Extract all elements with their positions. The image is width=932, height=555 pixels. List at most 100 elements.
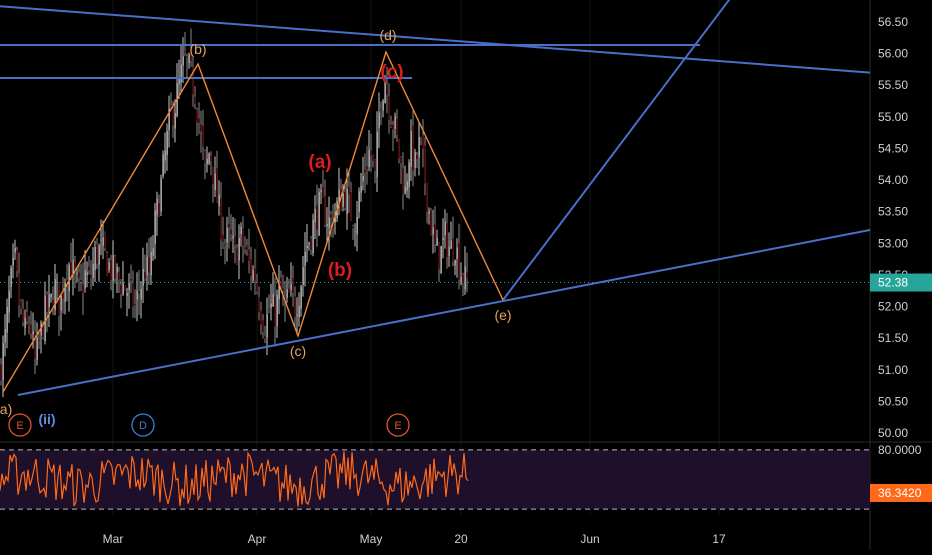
- candle-body: [366, 166, 368, 169]
- candle-body: [240, 226, 242, 235]
- candle-body: [270, 303, 272, 308]
- price-tick-label: 54.50: [878, 141, 908, 155]
- candle-body: [60, 295, 62, 311]
- wave-label: (e): [494, 307, 511, 323]
- candle-body: [376, 132, 378, 178]
- candle-body: [396, 118, 398, 136]
- candle-body: [162, 154, 164, 176]
- candle-body: [372, 154, 374, 161]
- candle-body: [214, 173, 216, 191]
- candle-body: [464, 266, 466, 290]
- candle-body: [298, 305, 300, 318]
- candle-body: [328, 217, 330, 229]
- candle-body: [406, 181, 408, 191]
- candle-body: [232, 235, 234, 239]
- candle-body: [258, 297, 260, 313]
- candle-body: [12, 257, 14, 266]
- candle-body: [268, 309, 270, 311]
- candle-body: [106, 253, 108, 276]
- chart-canvas[interactable]: a) (b) (c) (d) (e) (a) (b) (c) (ii) E D E 80.0000 36…: [0, 0, 932, 550]
- price-tick-label: 51.50: [878, 331, 908, 345]
- candle-body: [312, 219, 314, 254]
- candle-body: [184, 51, 186, 53]
- candle-body: [18, 273, 20, 306]
- time-tick-label: May: [360, 532, 383, 546]
- candle-body: [410, 130, 412, 168]
- candle-body: [8, 290, 10, 313]
- time-tick-label: Mar: [103, 532, 124, 546]
- candle-body: [242, 228, 244, 246]
- candle-body: [24, 317, 26, 328]
- candle-body: [254, 268, 256, 281]
- candle-body: [416, 155, 418, 160]
- candle-body: [282, 288, 284, 291]
- candle-body: [398, 139, 400, 159]
- candle-body: [0, 364, 2, 381]
- wave-label: (b): [189, 41, 206, 57]
- candle-body: [422, 135, 424, 149]
- candle-body: [208, 153, 210, 164]
- candle-body: [452, 238, 454, 262]
- candle-body: [444, 221, 446, 235]
- candle-body: [86, 272, 88, 275]
- candle-body: [260, 310, 262, 325]
- candle-body: [80, 279, 82, 282]
- candle-body: [428, 210, 430, 214]
- candle-body: [300, 286, 302, 309]
- candle-body: [440, 246, 442, 274]
- candle-body: [180, 64, 182, 83]
- candle-body: [170, 105, 172, 108]
- candle-body: [248, 249, 250, 261]
- cycle-wave-label: (ii): [38, 411, 55, 427]
- candle-body: [112, 255, 114, 282]
- candle-body: [156, 198, 158, 216]
- candle-body: [314, 208, 316, 223]
- candle-body: [22, 308, 24, 323]
- candle-body: [276, 294, 278, 327]
- candle-body: [102, 237, 104, 246]
- event-marker-label: E: [16, 420, 23, 432]
- candle-body: [402, 168, 404, 195]
- candle-body: [158, 203, 160, 217]
- candle-body: [224, 244, 226, 246]
- candle-body: [364, 169, 366, 173]
- candle-body: [78, 272, 80, 278]
- candle-body: [146, 256, 148, 275]
- candle-body: [466, 272, 468, 279]
- price-tick-label: 53.00: [878, 236, 908, 250]
- candle-body: [462, 274, 464, 284]
- candle-body: [26, 312, 28, 322]
- candle-body: [164, 150, 166, 161]
- candle-body: [352, 225, 354, 229]
- candle-body: [356, 216, 358, 235]
- candle-body: [374, 159, 376, 172]
- candle-body: [310, 238, 312, 250]
- candle-body: [4, 329, 6, 343]
- candle-body: [368, 149, 370, 168]
- candle-body: [108, 262, 110, 270]
- candle-body: [400, 156, 402, 164]
- candle-body: [98, 245, 100, 265]
- candle-body: [306, 245, 308, 248]
- candle-body: [344, 192, 346, 208]
- candle-body: [408, 162, 410, 188]
- candle-body: [292, 278, 294, 293]
- candle-body: [100, 239, 102, 241]
- candle-body: [326, 224, 328, 227]
- oscillator-last-label: 36.3420: [878, 486, 922, 500]
- candle-body: [212, 166, 214, 185]
- time-tick-label: 17: [712, 532, 726, 546]
- chart-stage: a) (b) (c) (d) (e) (a) (b) (c) (ii) E D E 80.0000 36…: [0, 0, 932, 550]
- candle-body: [142, 268, 144, 286]
- candle-body: [50, 293, 52, 298]
- candle-body: [320, 189, 322, 193]
- candle-body: [150, 251, 152, 276]
- candle-body: [234, 236, 236, 245]
- candle-body: [430, 210, 432, 236]
- candle-body: [250, 259, 252, 277]
- candle-body: [434, 224, 436, 244]
- price-tick-label: 51.00: [878, 363, 908, 377]
- candle-body: [302, 267, 304, 285]
- candle-body: [38, 339, 40, 341]
- candle-body: [346, 188, 348, 214]
